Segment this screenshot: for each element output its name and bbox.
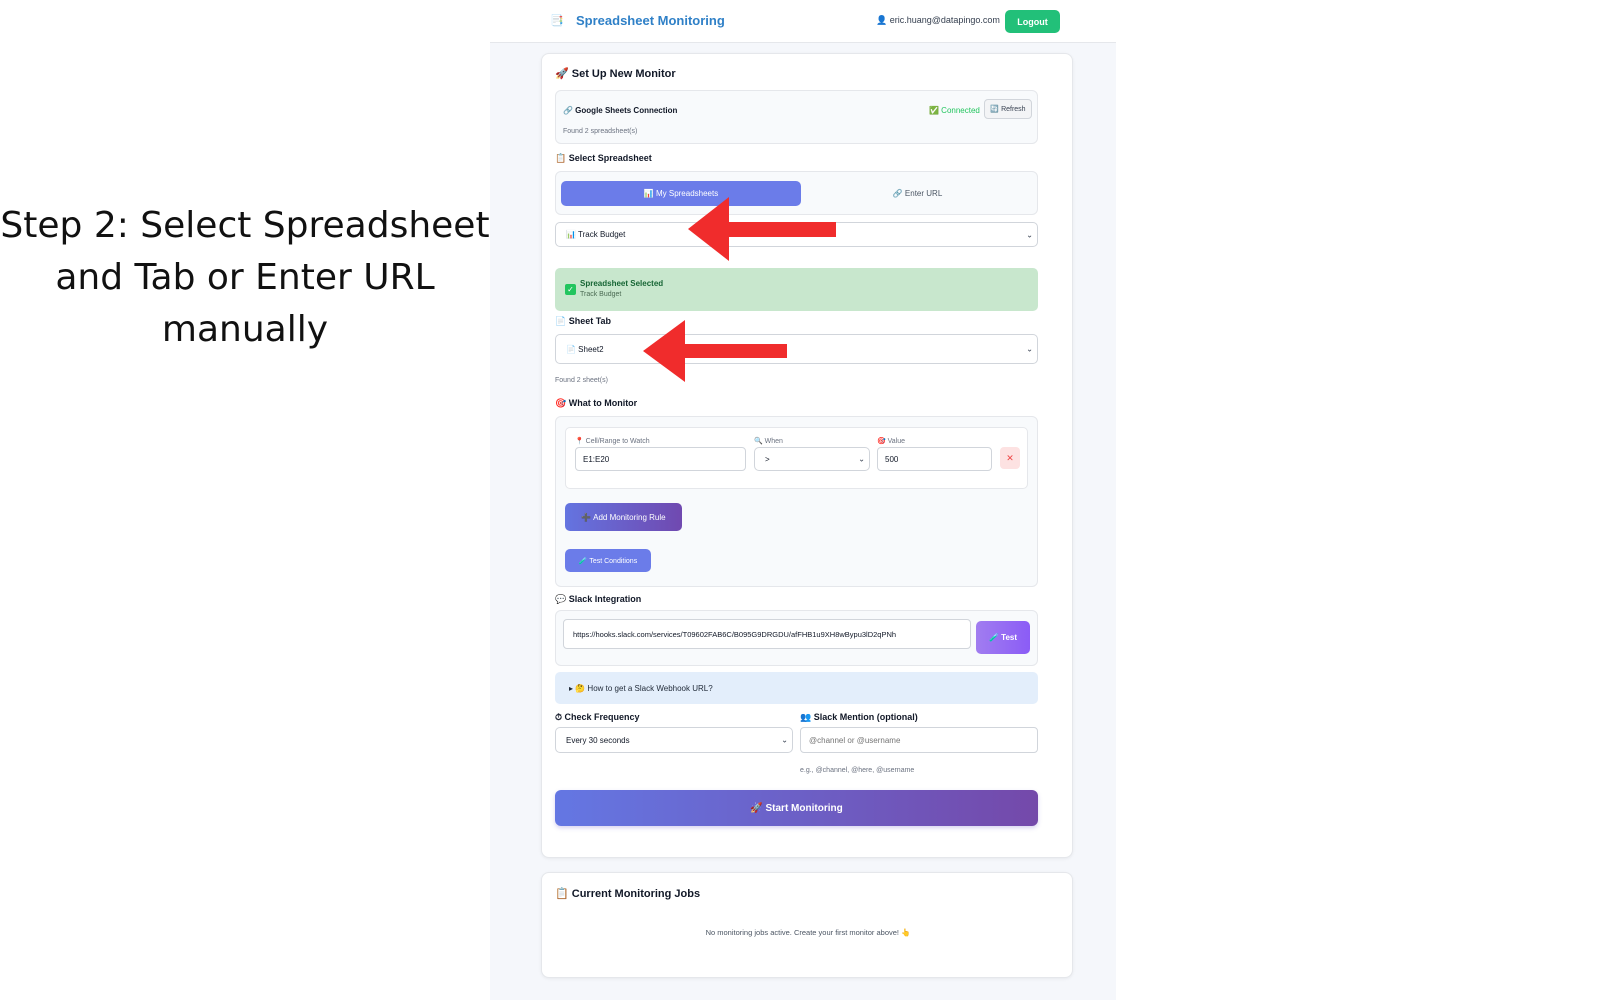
check-frequency-label: ⏱ Check Frequency xyxy=(555,712,640,722)
sheet-tab-label: 📄 Sheet Tab xyxy=(555,316,612,326)
sheet-tab-select[interactable]: 📄 Sheet2 ⌄ xyxy=(555,334,1038,364)
monitoring-rule-row: 📍 Cell/Range to Watch 🔍 When > ⌄ 🎯 Value… xyxy=(565,427,1028,489)
start-monitoring-button[interactable]: 🚀 Start Monitoring xyxy=(555,790,1038,826)
check-frequency-value: Every 30 seconds xyxy=(566,735,630,745)
test-conditions-button[interactable]: 🧪 Test Conditions xyxy=(565,549,651,572)
caption-line-2: and Tab or Enter URL xyxy=(55,257,435,298)
spreadsheet-selected-notice: ✓ Spreadsheet Selected Track Budget xyxy=(555,268,1038,311)
setup-title: 🚀 Set Up New Monitor xyxy=(555,68,676,80)
chevron-down-icon: ⌄ xyxy=(781,735,788,745)
value-label: 🎯 Value xyxy=(877,438,906,445)
setup-monitor-card: 🚀 Set Up New Monitor 🔗 Google Sheets Con… xyxy=(541,53,1073,858)
slack-webhook-input[interactable] xyxy=(563,619,971,649)
caption-line-3: manually xyxy=(161,309,329,350)
cell-range-label: 📍 Cell/Range to Watch xyxy=(575,438,650,445)
jobs-title: 📋 Current Monitoring Jobs xyxy=(555,888,701,900)
checkmark-icon: ✓ xyxy=(565,284,576,295)
slack-webhook-help-toggle[interactable]: ▸ 🤔 How to get a Slack Webhook URL? xyxy=(555,672,1038,704)
chevron-down-icon: ⌄ xyxy=(1026,230,1033,239)
connection-status-badge: ✅ Connected xyxy=(929,106,980,115)
slack-mention-label: 👥 Slack Mention (optional) xyxy=(800,712,918,722)
spreadsheet-logo-icon: 📑 xyxy=(550,15,564,27)
monitoring-rules-panel: 📍 Cell/Range to Watch 🔍 When > ⌄ 🎯 Value… xyxy=(555,416,1038,587)
selected-notice-title: Spreadsheet Selected xyxy=(580,279,664,288)
slack-webhook-panel: 🧪 Test xyxy=(555,610,1038,666)
threshold-value-input[interactable] xyxy=(877,447,992,471)
arrow-left-icon xyxy=(688,197,836,261)
slack-mention-hint: e.g., @channel, @here, @username xyxy=(800,767,915,774)
remove-rule-button[interactable]: ✕ xyxy=(1000,447,1020,469)
app-title: Spreadsheet Monitoring xyxy=(576,13,725,28)
sheet-tab-select-value: 📄 Sheet2 xyxy=(566,344,604,354)
chevron-down-icon: ⌄ xyxy=(1026,344,1033,354)
sheet-count: Found 2 sheet(s) xyxy=(555,377,608,384)
caption-line-1: Step 2: Select Spreadsheet xyxy=(0,205,490,246)
google-sheets-connection-panel: 🔗 Google Sheets Connection ✅ Connected 🔄… xyxy=(555,90,1038,144)
when-label: 🔍 When xyxy=(754,438,783,445)
app-window: 📑 Spreadsheet Monitoring 👤 eric.huang@da… xyxy=(490,0,1116,1000)
slack-integration-label: 💬 Slack Integration xyxy=(555,594,642,604)
arrow-left-icon xyxy=(643,320,787,382)
spreadsheet-count: Found 2 spreadsheet(s) xyxy=(563,128,638,135)
test-webhook-button[interactable]: 🧪 Test xyxy=(976,621,1030,654)
logout-button[interactable]: Logout xyxy=(1005,10,1060,33)
when-operator-value: > xyxy=(765,454,770,464)
when-operator-select[interactable]: > ⌄ xyxy=(754,447,870,471)
chevron-down-icon: ⌄ xyxy=(858,454,865,464)
jobs-empty-message: No monitoring jobs active. Create your f… xyxy=(705,928,911,937)
connection-title: 🔗 Google Sheets Connection xyxy=(563,106,678,115)
selected-spreadsheet-name: Track Budget xyxy=(580,291,622,298)
slack-mention-input[interactable] xyxy=(800,727,1038,753)
cell-range-input[interactable] xyxy=(575,447,746,471)
refresh-button[interactable]: 🔄 Refresh xyxy=(984,99,1032,119)
what-to-monitor-label: 🎯 What to Monitor xyxy=(555,398,638,408)
user-email: 👤 eric.huang@datapingo.com xyxy=(876,15,1000,25)
select-spreadsheet-label: 📋 Select Spreadsheet xyxy=(555,153,652,163)
top-bar: 📑 Spreadsheet Monitoring 👤 eric.huang@da… xyxy=(490,0,1116,43)
check-frequency-select[interactable]: Every 30 seconds ⌄ xyxy=(555,727,793,753)
step-caption: Step 2: Select Spreadsheet and Tab or En… xyxy=(0,200,490,356)
spreadsheet-select-value: 📊 Track Budget xyxy=(566,230,626,239)
add-monitoring-rule-button[interactable]: ➕ Add Monitoring Rule xyxy=(565,503,682,531)
current-jobs-card: 📋 Current Monitoring Jobs No monitoring … xyxy=(541,872,1073,978)
